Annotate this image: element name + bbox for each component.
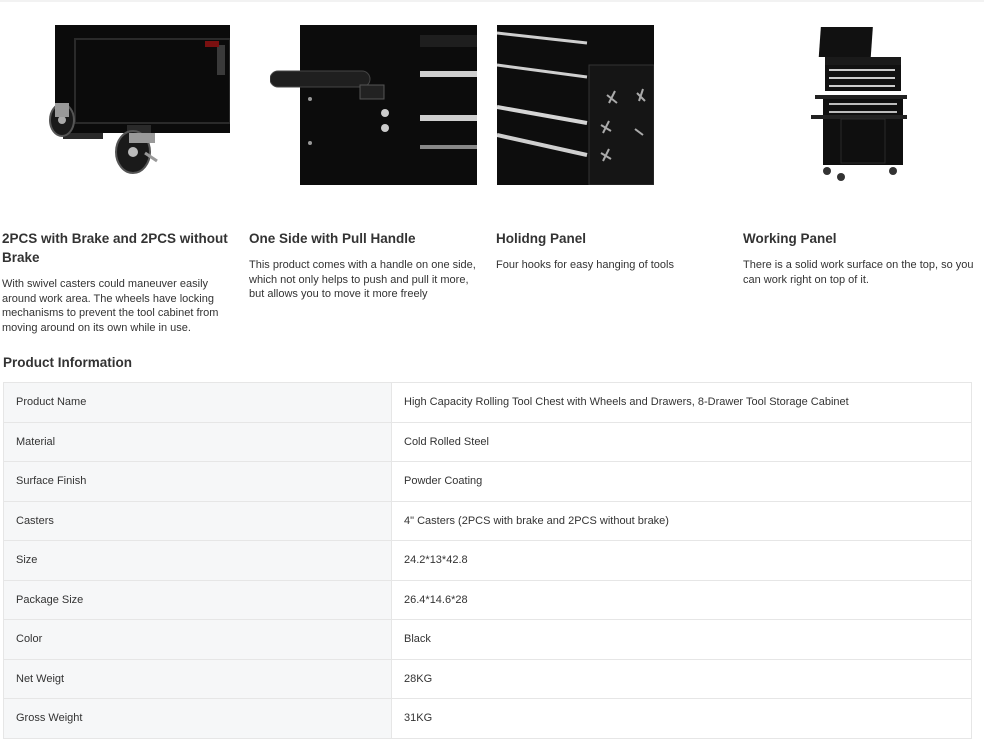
table-row: Casters 4" Casters (2PCS with brake and …	[3, 500, 972, 541]
table-row: Surface Finish Powder Coating	[3, 461, 972, 502]
feature-description: Four hooks for easy hanging of tools	[496, 259, 674, 271]
row-label: Casters	[3, 500, 392, 541]
feature-description: With swivel casters could maneuver easil…	[2, 278, 219, 334]
row-value: Black	[391, 619, 972, 660]
caster-wheel-image	[45, 25, 230, 185]
row-value: 26.4*14.6*28	[391, 579, 972, 620]
row-value: Powder Coating	[391, 461, 972, 502]
table-row: Product Name High Capacity Rolling Tool …	[3, 382, 972, 423]
row-label: Size	[3, 540, 392, 581]
table-row: Material Cold Rolled Steel	[3, 421, 972, 462]
product-information-table: Product Name High Capacity Rolling Tool …	[3, 382, 972, 739]
product-information-heading: Product Information	[3, 355, 132, 370]
feature-grid: 2PCS with Brake and 2PCS without Brake W…	[0, 0, 984, 340]
table-row: Package Size 26.4*14.6*28	[3, 579, 972, 620]
row-label: Material	[3, 421, 392, 462]
feature-description: This product comes with a handle on one …	[249, 259, 476, 300]
tool-chest-image	[811, 25, 911, 185]
row-label: Gross Weight	[3, 698, 392, 739]
row-label: Color	[3, 619, 392, 660]
row-label: Surface Finish	[3, 461, 392, 502]
feature-description: There is a solid work surface on the top…	[743, 259, 974, 286]
row-value: Cold Rolled Steel	[391, 421, 972, 462]
feature-title: Holidng Panel	[496, 231, 587, 246]
row-value: 4" Casters (2PCS with brake and 2PCS wit…	[391, 500, 972, 541]
hooks-panel-image	[497, 25, 654, 185]
feature-title: One Side with Pull Handle	[249, 231, 416, 246]
row-label: Package Size	[3, 579, 392, 620]
row-value: 28KG	[391, 658, 972, 699]
table-row: Gross Weight 31KG	[3, 698, 972, 739]
row-label: Product Name	[3, 382, 392, 423]
row-value: 31KG	[391, 698, 972, 739]
feature-title: Working Panel	[743, 231, 837, 246]
row-value: High Capacity Rolling Tool Chest with Wh…	[391, 382, 972, 423]
row-value: 24.2*13*42.8	[391, 540, 972, 581]
table-row: Color Black	[3, 619, 972, 660]
pull-handle-image	[270, 25, 477, 185]
feature-title: 2PCS with Brake and 2PCS without Brake	[2, 231, 228, 265]
row-label: Net Weigt	[3, 658, 392, 699]
table-row: Net Weigt 28KG	[3, 658, 972, 699]
table-row: Size 24.2*13*42.8	[3, 540, 972, 581]
